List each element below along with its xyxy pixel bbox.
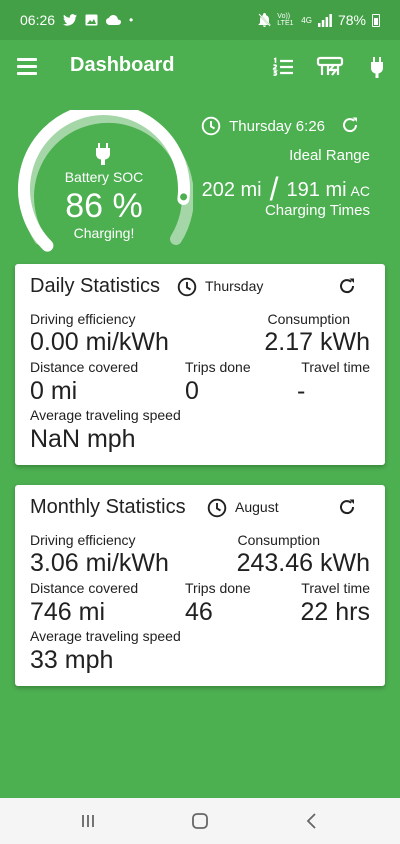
signal-icon bbox=[317, 13, 332, 27]
mute-icon bbox=[258, 13, 271, 27]
ideal-range-value: 202 mi bbox=[201, 179, 262, 201]
battery-percent: 78% bbox=[337, 12, 366, 28]
card-month: August bbox=[235, 499, 279, 515]
consumption-value: 2.17 kWh bbox=[264, 328, 370, 356]
day-time: Thursday 6:26 bbox=[229, 117, 325, 135]
trips-label: Trips done bbox=[185, 359, 251, 375]
range-row: 202 mi / 191 mi AC bbox=[201, 167, 370, 207]
menu-button[interactable] bbox=[17, 58, 37, 76]
menu-icon-line bbox=[17, 72, 37, 75]
efficiency-value: 3.06 mi/kWh bbox=[30, 549, 169, 577]
travel-time-value: - bbox=[297, 377, 306, 405]
soc-label: Battery SOC bbox=[64, 169, 144, 185]
clock-icon bbox=[207, 498, 227, 518]
card-title: Daily Statistics bbox=[30, 275, 161, 297]
distance-value: 746 mi bbox=[30, 598, 106, 626]
menu-icon-line bbox=[17, 65, 37, 68]
home-icon[interactable] bbox=[187, 808, 213, 834]
trips-value: 46 bbox=[185, 598, 213, 626]
charging-times-link[interactable]: Charging Times bbox=[265, 202, 370, 219]
trips-label: Trips done bbox=[185, 580, 251, 596]
system-nav-bar bbox=[0, 798, 400, 844]
plug-icon[interactable] bbox=[364, 54, 390, 80]
status-time: 06:26 bbox=[20, 12, 56, 28]
refresh-icon[interactable] bbox=[340, 115, 360, 135]
list-icon[interactable] bbox=[270, 54, 296, 80]
clock-icon bbox=[201, 116, 221, 136]
distance-value: 0 mi bbox=[30, 377, 78, 405]
travel-time-label: Travel time bbox=[301, 580, 370, 596]
rated-range-value: 191 mi bbox=[286, 179, 347, 201]
image-icon bbox=[85, 14, 98, 26]
battery-icon bbox=[372, 13, 380, 27]
menu-icon-line bbox=[17, 58, 37, 61]
consumption-label: Consumption bbox=[237, 532, 321, 548]
travel-time-value: 22 hrs bbox=[300, 598, 370, 626]
recent-apps-icon[interactable] bbox=[75, 808, 101, 834]
dot-icon: • bbox=[129, 13, 134, 27]
consumption-value: 243.46 kWh bbox=[236, 549, 370, 577]
page-title: Dashboard bbox=[70, 54, 175, 76]
consumption-label: Consumption bbox=[267, 311, 351, 327]
soc-status: Charging! bbox=[73, 225, 135, 241]
refresh-icon[interactable] bbox=[337, 276, 357, 296]
card-day: Thursday bbox=[205, 278, 264, 294]
trips-value: 0 bbox=[185, 377, 199, 405]
travel-time-label: Travel time bbox=[301, 359, 370, 375]
refresh-icon[interactable] bbox=[337, 497, 357, 517]
plug-icon bbox=[96, 143, 110, 165]
ideal-range-label: Ideal Range bbox=[289, 147, 370, 164]
app-bar: Dashboard bbox=[0, 40, 400, 96]
efficiency-label: Driving efficiency bbox=[30, 311, 136, 327]
speed-label: Average traveling speed bbox=[30, 407, 181, 423]
charge-mode: AC bbox=[350, 183, 370, 199]
charger-icon[interactable] bbox=[316, 54, 344, 80]
card-title: Monthly Statistics bbox=[30, 496, 186, 518]
efficiency-label: Driving efficiency bbox=[30, 532, 136, 548]
speed-value: NaN mph bbox=[30, 425, 136, 453]
soc-value: 86 % bbox=[65, 187, 143, 225]
monthly-statistics-card: Monthly Statistics August Driving effici… bbox=[15, 485, 385, 686]
speed-label: Average traveling speed bbox=[30, 628, 181, 644]
cloud-icon bbox=[106, 15, 122, 25]
clock-icon bbox=[177, 277, 197, 297]
distance-label: Distance covered bbox=[30, 359, 139, 375]
time-row: Thursday 6:26 bbox=[201, 116, 325, 136]
daily-statistics-card: Daily Statistics Thursday Driving effici… bbox=[15, 264, 385, 465]
status-bar: 06:26 • Vo)) LTE1 4G 78% bbox=[0, 0, 400, 40]
network-type: 4G bbox=[301, 15, 312, 25]
speed-value: 33 mph bbox=[30, 646, 114, 674]
distance-label: Distance covered bbox=[30, 580, 139, 596]
efficiency-value: 0.00 mi/kWh bbox=[30, 328, 169, 356]
volte-label: Vo)) LTE1 bbox=[277, 13, 294, 27]
back-icon[interactable] bbox=[299, 808, 325, 834]
twitter-icon bbox=[63, 14, 78, 26]
